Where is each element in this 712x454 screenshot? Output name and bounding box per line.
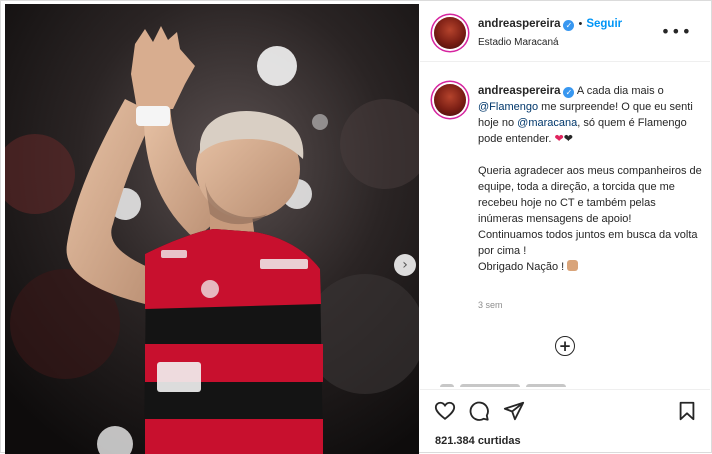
red-heart-emoji-icon: ❤ xyxy=(554,132,564,145)
separator-dot: • xyxy=(578,18,583,30)
author-avatar[interactable] xyxy=(434,17,466,49)
author-username[interactable]: andreaspereira xyxy=(478,18,560,30)
post-location[interactable]: Estadio Maracaná xyxy=(478,37,559,48)
post-header: andreaspereira ✓ • Seguir Estadio Maracaná … xyxy=(420,4,710,62)
more-options-icon[interactable]: ••• xyxy=(661,22,692,41)
verified-badge-icon: ✓ xyxy=(563,87,575,98)
caption-author-avatar[interactable] xyxy=(434,84,466,116)
post-side-panel: andreaspereira ✓ • Seguir Estadio Maracaná … xyxy=(420,4,710,454)
caption-username[interactable]: andreaspereira xyxy=(478,85,560,97)
chevron-right-icon: › xyxy=(402,257,408,273)
caption-paragraph: Obrigado Nação ! xyxy=(478,259,702,275)
post-window: › andreaspereira ✓ • Seguir Estadio Maracan… xyxy=(0,0,712,454)
mention-maracana[interactable]: @maracana xyxy=(517,117,577,129)
carousel-next-button[interactable]: › xyxy=(394,254,416,276)
follow-button[interactable]: Seguir xyxy=(586,18,622,30)
comments-section: andreaspereira ✓ A cada dia mais o @Flame… xyxy=(420,63,710,388)
post-timestamp[interactable]: 3 sem xyxy=(478,300,503,310)
paper-plane-icon[interactable] xyxy=(503,400,525,422)
post-actions-bar xyxy=(420,389,710,429)
plus-circle-icon[interactable]: + xyxy=(555,336,575,356)
verified-badge-icon: ✓ xyxy=(563,20,575,31)
load-more-comments-button[interactable]: + xyxy=(559,338,572,354)
peek-shape xyxy=(526,384,566,387)
author-line: andreaspereira ✓ • Seguir xyxy=(478,18,622,31)
caption-paragraph: Continuamos todos juntos em busca da vol… xyxy=(478,229,698,257)
peek-shape xyxy=(460,384,520,387)
peek-shape xyxy=(440,384,454,387)
next-comment-peek xyxy=(440,381,600,387)
heart-outline-icon[interactable] xyxy=(434,400,456,422)
likes-count[interactable]: 821.384 curtidas xyxy=(435,435,521,447)
mention-flamengo[interactable]: @Flamengo xyxy=(478,101,538,113)
bookmark-icon[interactable] xyxy=(676,400,698,422)
comment-bubble-icon[interactable] xyxy=(468,400,490,422)
caption-thanks: Obrigado Nação ! xyxy=(478,261,568,273)
black-heart-emoji-icon: ❤ xyxy=(563,132,573,145)
post-photo[interactable]: › xyxy=(5,4,419,454)
fist-bump-emoji-icon xyxy=(567,260,579,271)
caption-text: A cada dia mais o xyxy=(574,85,664,97)
post-caption: andreaspereira ✓ A cada dia mais o @Flame… xyxy=(478,83,702,275)
caption-paragraph: Queria agradecer aos meus companheiros d… xyxy=(478,165,702,225)
player-photo-illustration xyxy=(5,4,419,454)
